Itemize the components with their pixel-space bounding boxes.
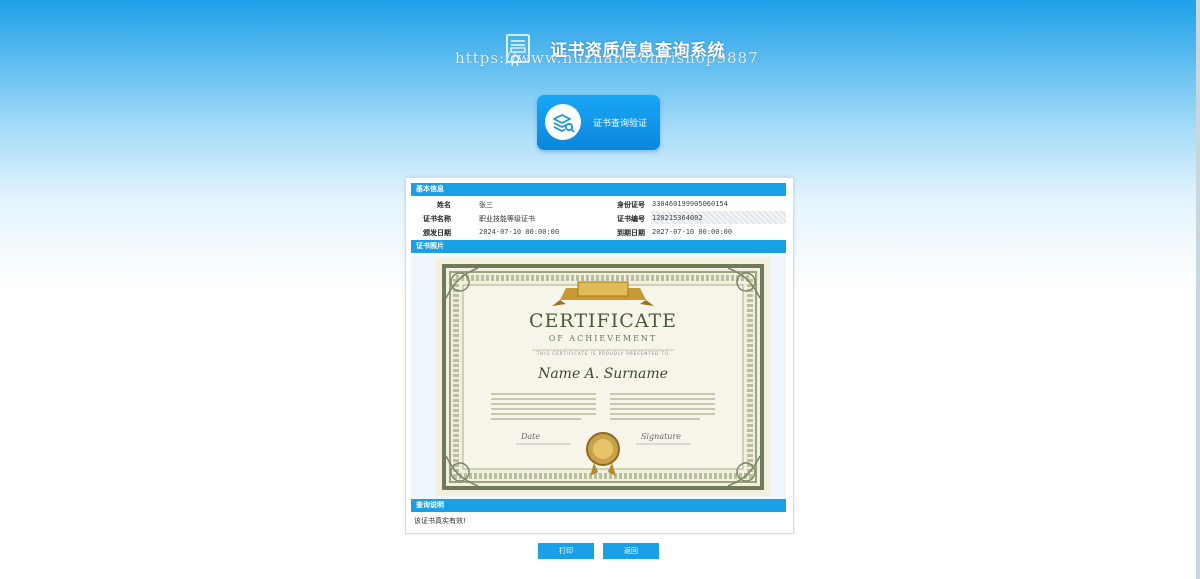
cert-signature-label: Signature [641, 432, 682, 441]
verify-button-label: 证书查询验证 [593, 119, 648, 129]
cert-photo-area: CERTIFICATE OF ACHIEVEMENT THIS CERTIFIC… [411, 256, 786, 500]
certificate-info-panel: 基本信息 姓名 张三 身份证号 330460199905060154 证书名称 … [405, 177, 794, 534]
cert-recipient-name: Name A. Surname [538, 366, 668, 382]
site-header: https://www.huzhan.com/ishop9887 证书资质信息查… [455, 32, 758, 72]
site-title: 证书资质信息查询系统 [550, 41, 725, 61]
expire-date-value: 2027-07-10 00:00:00 [652, 228, 733, 236]
info-row-dates: 颁发日期 2024-07-10 00:00:00 到期日期 2027-07-10… [411, 225, 786, 239]
id-label: 身份证号 [617, 201, 645, 209]
certificate-image: CERTIFICATE OF ACHIEVEMENT THIS CERTIFIC… [436, 258, 770, 496]
info-row-cert: 证书名称 职业技能等级证书 证书编号 120215364002 [411, 211, 786, 225]
expire-date-label: 到期日期 [617, 229, 645, 237]
print-button[interactable]: 打印 [538, 543, 594, 559]
layers-search-icon [545, 104, 581, 140]
page-scrollbar[interactable] [1196, 0, 1200, 579]
cert-name-value: 职业技能等级证书 [479, 215, 535, 223]
cert-photo-header: 证书照片 [411, 240, 786, 253]
certificate-verify-button[interactable]: 证书查询验证 [537, 95, 660, 150]
cert-presented-text: THIS CERTIFICATE IS PROUDLY PRESENTED TO [536, 351, 670, 356]
basic-info-header: 基本信息 [411, 183, 786, 196]
issue-date-value: 2024-07-10 00:00:00 [479, 228, 560, 236]
issue-date-label: 颁发日期 [423, 229, 451, 237]
cert-name-label: 证书名称 [423, 215, 451, 223]
name-label: 姓名 [437, 201, 451, 209]
query-note-header: 查询说明 [411, 499, 786, 512]
cert-date-label: Date [521, 432, 541, 441]
cert-no-value: 120215364002 [652, 214, 703, 222]
cert-subheading: OF ACHIEVEMENT [548, 334, 658, 343]
cert-heading: CERTIFICATE [528, 310, 677, 332]
id-value: 330460199905060154 [652, 200, 728, 208]
info-row-name: 姓名 张三 身份证号 330460199905060154 [411, 197, 786, 211]
cert-no-label: 证书编号 [617, 215, 645, 223]
back-button[interactable]: 返回 [603, 543, 659, 559]
query-note-text: 该证书真实有效! [414, 517, 466, 525]
name-value: 张三 [479, 201, 493, 209]
